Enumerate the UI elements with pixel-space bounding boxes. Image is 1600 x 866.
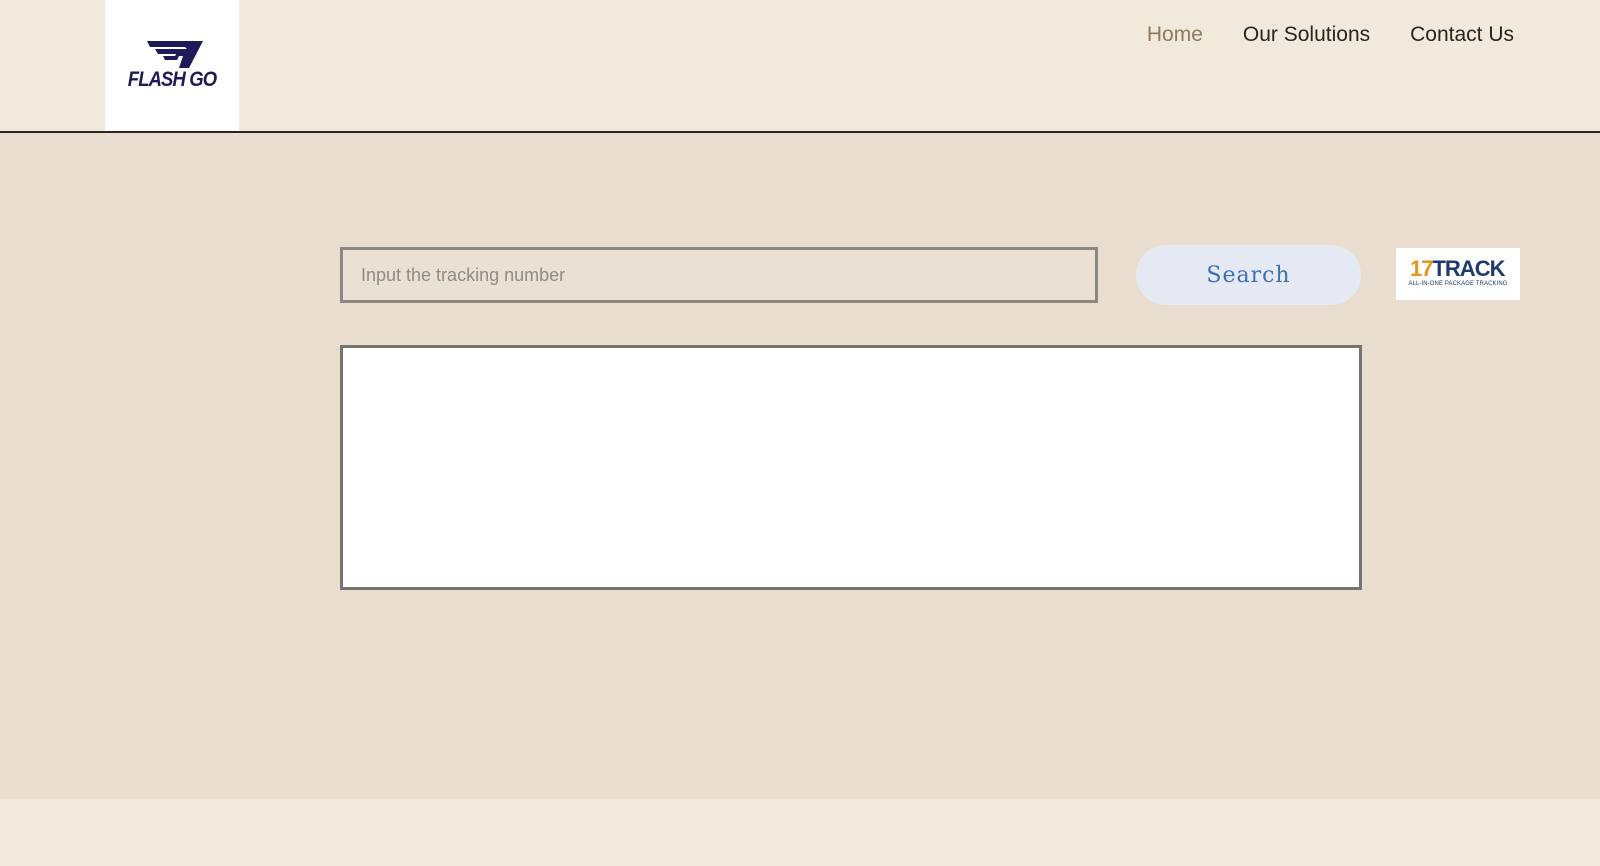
search-button[interactable]: Search <box>1136 245 1361 305</box>
site-header: FLASH GO Home Our Solutions Contact Us <box>0 0 1600 133</box>
17track-logo-text: 17TRACK <box>1410 256 1505 281</box>
winged-f-logo-icon <box>147 41 203 68</box>
nav-our-solutions[interactable]: Our Solutions <box>1243 22 1370 48</box>
tracking-section: Search 17TRACK ALL-IN-ONE PACKAGE TRACKI… <box>0 133 1600 799</box>
17track-badge[interactable]: 17TRACK ALL-IN-ONE PACKAGE TRACKING <box>1396 248 1520 300</box>
site-logo[interactable]: FLASH GO <box>105 0 239 131</box>
tracking-number-input[interactable] <box>340 247 1098 303</box>
nav-contact-us[interactable]: Contact Us <box>1410 22 1514 48</box>
site-footer <box>0 799 1600 866</box>
17track-number: 17 <box>1410 256 1434 281</box>
logo-text: FLASH GO <box>127 68 217 91</box>
17track-name: TRACK <box>1432 256 1505 281</box>
tracking-result-panel <box>340 345 1362 590</box>
main-navigation: Home Our Solutions Contact Us <box>1147 22 1514 48</box>
17track-tagline: ALL-IN-ONE PACKAGE TRACKING <box>1408 281 1508 287</box>
nav-home[interactable]: Home <box>1147 22 1203 48</box>
